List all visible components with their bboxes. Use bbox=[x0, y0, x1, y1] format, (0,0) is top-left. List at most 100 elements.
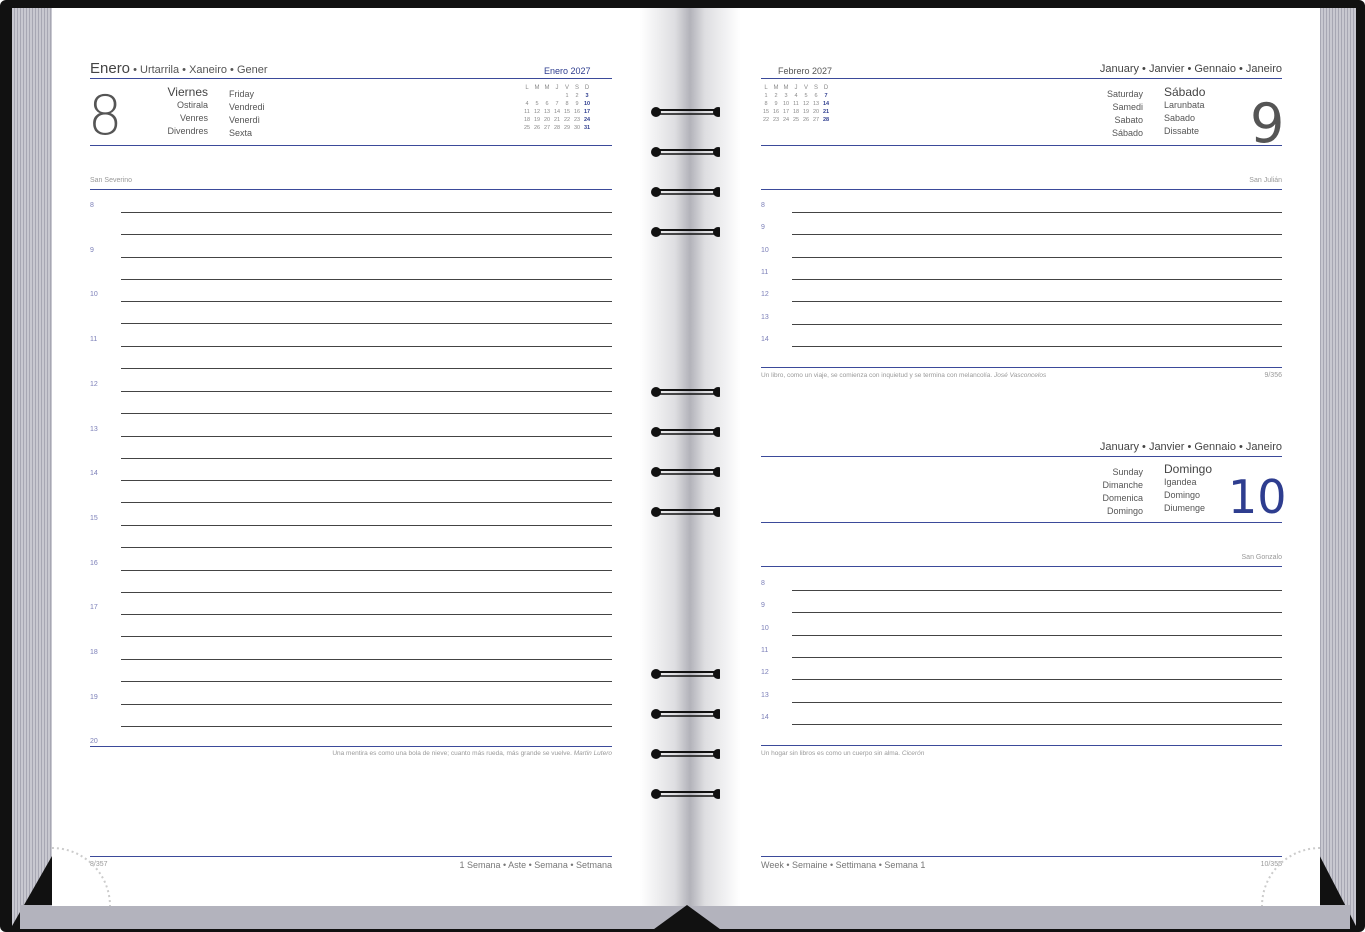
writing-line[interactable] bbox=[121, 457, 612, 459]
mini-cal-day: 31 bbox=[583, 125, 591, 131]
hour-label: 8 bbox=[761, 202, 765, 209]
right-page bbox=[688, 8, 1320, 906]
mini-cal-day: 8 bbox=[764, 101, 768, 107]
mini-cal-weekday: D bbox=[584, 85, 590, 91]
mini-cal-day bbox=[522, 92, 532, 100]
writing-line[interactable] bbox=[121, 524, 612, 526]
writing-line[interactable] bbox=[121, 278, 612, 280]
hour-label: 9 bbox=[761, 602, 765, 610]
writing-line[interactable] bbox=[792, 701, 1282, 703]
mini-cal-day: 13 bbox=[543, 109, 551, 115]
writing-line[interactable] bbox=[121, 323, 612, 325]
mini-cal-weekday: M bbox=[544, 85, 550, 91]
spiral-ring bbox=[651, 749, 720, 759]
left-corner-perforation bbox=[52, 847, 111, 906]
mini-cal-day: 6 bbox=[814, 93, 818, 99]
writing-line[interactable] bbox=[792, 212, 1282, 213]
writing-line[interactable] bbox=[121, 346, 612, 348]
writing-line[interactable] bbox=[121, 502, 612, 504]
mini-cal-day: 16 bbox=[772, 109, 780, 115]
writing-line[interactable] bbox=[121, 480, 612, 482]
header-rule bbox=[90, 78, 612, 79]
writing-line[interactable] bbox=[121, 390, 612, 392]
mini-cal-day bbox=[532, 92, 542, 100]
mini-cal-weekday: M bbox=[534, 85, 540, 91]
mini-cal-title-feb: Febrero 2027 bbox=[778, 66, 833, 76]
mini-cal-day: 30 bbox=[573, 125, 581, 131]
spiral-ring bbox=[651, 187, 720, 197]
writing-line[interactable] bbox=[792, 256, 1282, 258]
day1-quote: Un libro, como un viaje, se comienza con… bbox=[761, 372, 1047, 379]
writing-line[interactable] bbox=[792, 656, 1282, 658]
mini-cal-day: 20 bbox=[812, 109, 820, 115]
hour-label: 17 bbox=[90, 604, 98, 612]
writing-line[interactable] bbox=[121, 435, 612, 437]
writing-line[interactable] bbox=[121, 234, 612, 235]
right-week-label: Week • Semaine • Settimana • Semana 1 bbox=[761, 860, 926, 870]
mini-cal-day: 12 bbox=[802, 101, 810, 107]
mini-cal-day: 2 bbox=[774, 93, 778, 99]
day2-names-right: Domingo Igandea Domingo Diumenge bbox=[1164, 462, 1213, 514]
writing-line[interactable] bbox=[121, 546, 612, 548]
mini-cal-day: 13 bbox=[812, 101, 820, 107]
writing-line[interactable] bbox=[121, 301, 612, 303]
writing-line[interactable] bbox=[792, 234, 1282, 236]
mini-cal-day: 25 bbox=[792, 117, 800, 123]
day2-saint: San Gonzalo bbox=[1241, 554, 1282, 561]
writing-line[interactable] bbox=[792, 612, 1282, 614]
mini-calendar-january: L M M J V S D 1 2 3 4 5 6 7 8 9 10 11 12 13 14 15 16 17 18 19 20 21… bbox=[522, 84, 592, 132]
spiral-ring bbox=[651, 147, 720, 157]
mini-cal-day: 21 bbox=[553, 117, 561, 123]
writing-line[interactable] bbox=[121, 681, 612, 682]
hour-label: 9 bbox=[90, 246, 94, 254]
mini-cal-day: 19 bbox=[802, 109, 810, 115]
spine-shadow bbox=[640, 8, 740, 906]
writing-line[interactable] bbox=[792, 634, 1282, 636]
writing-line[interactable] bbox=[792, 723, 1282, 725]
mini-cal-day: 28 bbox=[553, 125, 561, 131]
mini-cal-day: 3 bbox=[585, 93, 589, 99]
hour-label: 20 bbox=[90, 738, 98, 746]
writing-line[interactable] bbox=[121, 412, 612, 414]
day2-month-header: January • Janvier • Gennaio • Janeiro bbox=[1099, 441, 1282, 453]
day2-end-rule bbox=[761, 745, 1282, 746]
spiral-ring bbox=[651, 227, 720, 237]
spiral-ring bbox=[651, 387, 720, 397]
writing-line[interactable] bbox=[121, 659, 612, 660]
writing-line[interactable] bbox=[121, 569, 612, 571]
mini-cal-weekday: V bbox=[803, 85, 808, 91]
writing-line[interactable] bbox=[121, 256, 612, 258]
mini-cal-day: 3 bbox=[784, 93, 788, 99]
day-header-bottom-rule bbox=[90, 145, 612, 146]
mini-cal-day: 17 bbox=[782, 109, 790, 115]
writing-line[interactable] bbox=[121, 703, 612, 705]
writing-line[interactable] bbox=[121, 212, 612, 213]
hour-label: 11 bbox=[90, 336, 98, 344]
writing-line[interactable] bbox=[121, 591, 612, 593]
day1-end-rule bbox=[761, 367, 1282, 368]
month-name: Enero bbox=[90, 60, 131, 77]
writing-line[interactable] bbox=[792, 590, 1282, 591]
spiral-ring bbox=[651, 427, 720, 437]
writing-line[interactable] bbox=[121, 725, 612, 727]
writing-line[interactable] bbox=[792, 278, 1282, 280]
hour-label: 14 bbox=[90, 470, 98, 478]
mini-cal-day: 9 bbox=[774, 101, 778, 107]
writing-line[interactable] bbox=[792, 345, 1282, 347]
writing-line[interactable] bbox=[792, 323, 1282, 325]
writing-line[interactable] bbox=[121, 368, 612, 370]
day2-header-bottom-rule bbox=[761, 522, 1282, 523]
day-number: 8 bbox=[88, 84, 123, 147]
day-names-right: Friday Vendredi Venerdì Sexta bbox=[229, 89, 265, 138]
writing-line[interactable] bbox=[121, 614, 612, 616]
mini-cal-day: 8 bbox=[565, 101, 569, 107]
writing-line[interactable] bbox=[792, 679, 1282, 681]
hour-label: 13 bbox=[90, 425, 98, 433]
mini-cal-day: 16 bbox=[573, 109, 581, 115]
mini-cal-day: 5 bbox=[804, 93, 808, 99]
hour-label: 11 bbox=[761, 268, 769, 276]
writing-line[interactable] bbox=[792, 301, 1282, 303]
writing-line[interactable] bbox=[121, 636, 612, 638]
mini-cal-day: 19 bbox=[533, 117, 541, 123]
mini-cal-day: 10 bbox=[583, 101, 591, 107]
